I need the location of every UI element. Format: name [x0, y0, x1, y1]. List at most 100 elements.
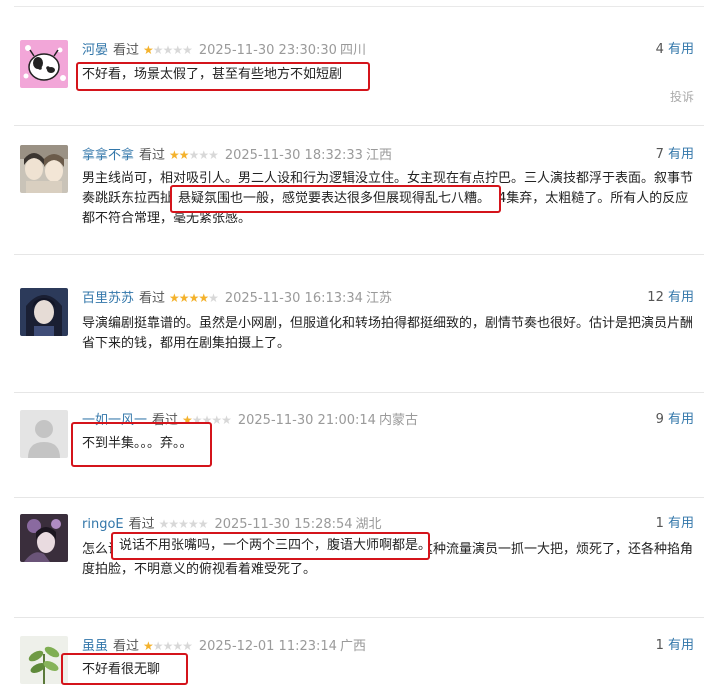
- review-meta: 一如一风一 看过 ★★★★★ 2025-11-30 21:00:14 内蒙古: [82, 410, 418, 430]
- useful-count: 12: [647, 290, 664, 305]
- review-meta: 河晏 看过 ★★★★★ 2025-11-30 23:30:30 四川: [82, 40, 366, 60]
- useful-count: 7: [655, 147, 664, 162]
- useful-label[interactable]: 有用: [668, 412, 694, 427]
- review-meta: 百里苏苏 看过 ★★★★★ 2025-11-30 16:13:34 江苏: [82, 288, 392, 308]
- star-empty-icon: ★: [178, 517, 189, 531]
- useful-vote[interactable]: 7 有用: [656, 145, 694, 165]
- useful-count: 1: [655, 516, 664, 531]
- review-location: 广西: [339, 639, 366, 654]
- plant-icon: [20, 636, 68, 684]
- review-text: 怎么说话不用张嘴吗，一个两个三四个，腹语大师啊都是。这种流量演员一抓一大把，烦死…: [82, 542, 694, 577]
- review-meta: 虽虽 看过 ★★★★★ 2025-12-01 11:23:14 广西: [82, 636, 366, 656]
- username-link[interactable]: 虽虽: [82, 639, 108, 654]
- useful-vote[interactable]: 12 有用: [647, 288, 694, 308]
- review-item: 一如一风一 看过 ★★★★★ 2025-11-30 21:00:14 内蒙古 9 有用 …: [0, 410, 710, 498]
- username-link[interactable]: ringoE: [82, 517, 124, 532]
- useful-vote[interactable]: 9 有用: [656, 410, 694, 430]
- useful-vote[interactable]: 4 有用: [656, 40, 694, 60]
- rating-stars: ★★★★★: [169, 291, 219, 305]
- star-empty-icon: ★: [182, 639, 193, 653]
- watch-status: 看过: [113, 639, 140, 654]
- username-link[interactable]: 百里苏苏: [82, 291, 134, 306]
- review-time: 2025-12-01 11:23:14: [198, 639, 337, 654]
- star-empty-icon: ★: [198, 148, 209, 162]
- star-empty-icon: ★: [191, 413, 203, 427]
- useful-vote[interactable]: 1 有用: [656, 514, 694, 534]
- star-empty-icon: ★: [208, 291, 219, 305]
- review-text: 不好看，场景太假了，甚至有些地方不如短剧: [82, 67, 343, 82]
- anime-characters-icon: [20, 145, 68, 193]
- star-empty-icon: ★: [172, 43, 183, 57]
- review-time: 2025-11-30 16:13:34: [224, 291, 363, 306]
- rating-stars: ★★★★★: [143, 43, 193, 57]
- watch-status: 看过: [139, 148, 166, 163]
- review-text: 不到半集。。。弃。。: [82, 436, 193, 451]
- divider: [14, 497, 704, 498]
- rating-stars: ★★★★★: [182, 413, 232, 427]
- star-filled-icon: ★: [169, 148, 180, 162]
- useful-count: 4: [655, 42, 664, 57]
- avatar[interactable]: [20, 145, 68, 193]
- cartoon-cow-icon: [20, 40, 68, 88]
- username-link[interactable]: 河晏: [82, 43, 108, 58]
- useful-vote[interactable]: 1 有用: [656, 636, 694, 656]
- review-text: 导演编剧挺靠谱的。虽然是小网剧，但服道化和转场拍得都挺细致的，剧情节奏也很好。估…: [82, 316, 694, 351]
- star-empty-icon: ★: [197, 517, 209, 531]
- watch-status: 看过: [128, 517, 155, 532]
- useful-label[interactable]: 有用: [668, 290, 694, 305]
- review-item: ringoE 看过 ★★★★★ 2025-11-30 15:28:54 湖北 1 有用 …: [0, 514, 710, 618]
- avatar[interactable]: [20, 636, 68, 684]
- review-text: 男主线尚可，相对吸引人。男二人设和行为逻辑没立住。女主现在有点拧巴。三人演技都浮…: [82, 171, 694, 226]
- review-location: 湖北: [355, 517, 382, 532]
- review-text: 不好看很无聊: [82, 662, 161, 677]
- star-empty-icon: ★: [158, 517, 170, 531]
- useful-label[interactable]: 有用: [668, 638, 694, 653]
- flower-portrait-icon: [20, 514, 68, 562]
- star-empty-icon: ★: [187, 517, 199, 531]
- username-link[interactable]: 一如一风一: [82, 413, 147, 428]
- star-empty-icon: ★: [182, 43, 193, 57]
- useful-count: 1: [655, 638, 664, 653]
- review-time: 2025-11-30 15:28:54: [214, 517, 353, 532]
- avatar[interactable]: [20, 410, 68, 458]
- review-location: 江西: [365, 148, 392, 163]
- star-empty-icon: ★: [162, 43, 174, 57]
- avatar[interactable]: [20, 288, 68, 336]
- watch-status: 看过: [113, 43, 140, 58]
- review-meta: ringoE 看过 ★★★★★ 2025-11-30 15:28:54 湖北: [82, 514, 382, 534]
- anime-portrait-icon: [20, 288, 68, 336]
- review-item: 拿拿不拿 看过 ★★★★★ 2025-11-30 18:32:33 江西 7 有用 男主…: [0, 145, 710, 255]
- default-user-icon: [20, 410, 68, 458]
- star-filled-icon: ★: [143, 43, 154, 57]
- useful-label[interactable]: 有用: [668, 516, 694, 531]
- star-empty-icon: ★: [211, 413, 222, 427]
- report-link[interactable]: 投诉: [670, 88, 694, 105]
- star-empty-icon: ★: [162, 639, 174, 653]
- star-empty-icon: ★: [168, 517, 179, 531]
- review-location: 四川: [339, 43, 366, 58]
- review-location: 江苏: [365, 291, 392, 306]
- star-filled-icon: ★: [188, 291, 200, 305]
- star-filled-icon: ★: [182, 413, 193, 427]
- watch-status: 看过: [152, 413, 179, 428]
- rating-stars: ★★★★★: [158, 517, 209, 531]
- review-time: 2025-11-30 23:30:30: [198, 43, 337, 58]
- star-empty-icon: ★: [152, 639, 164, 653]
- avatar[interactable]: [20, 40, 68, 88]
- rating-stars: ★★★★★: [143, 639, 193, 653]
- useful-label[interactable]: 有用: [668, 147, 694, 162]
- review-item: 虽虽 看过 ★★★★★ 2025-12-01 11:23:14 广西 1 有用 不好看很…: [0, 636, 710, 700]
- divider: [14, 125, 704, 126]
- star-empty-icon: ★: [221, 413, 232, 427]
- divider: [14, 254, 704, 255]
- divider: [14, 392, 704, 393]
- star-empty-icon: ★: [152, 43, 164, 57]
- divider: [14, 617, 704, 618]
- avatar[interactable]: [20, 514, 68, 562]
- star-empty-icon: ★: [188, 148, 200, 162]
- star-empty-icon: ★: [201, 413, 213, 427]
- review-location: 内蒙古: [378, 413, 418, 428]
- review-time: 2025-11-30 18:32:33: [224, 148, 363, 163]
- useful-label[interactable]: 有用: [668, 42, 694, 57]
- username-link[interactable]: 拿拿不拿: [82, 148, 134, 163]
